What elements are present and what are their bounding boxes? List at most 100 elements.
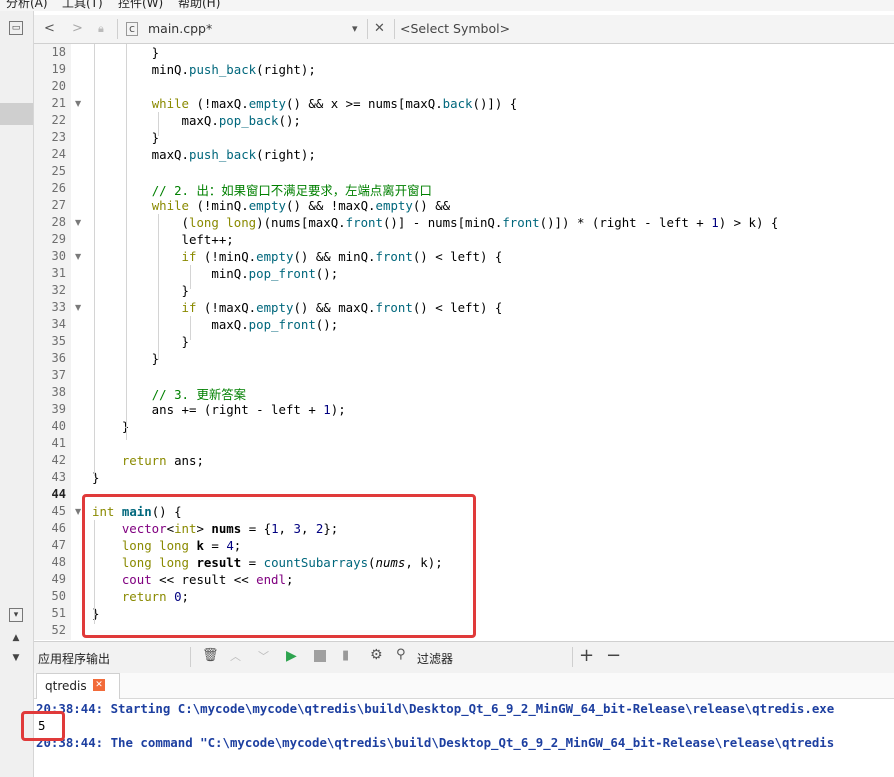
line-number: 19	[51, 62, 66, 76]
left-sidebar: ▭ ▾ ▲ ▼	[0, 11, 34, 777]
line-number: 44	[51, 487, 66, 501]
line-number: 33	[51, 300, 66, 314]
code-line[interactable]: }	[92, 334, 189, 349]
line-number: 24	[51, 147, 66, 161]
line-number: 39	[51, 402, 66, 416]
line-number: 41	[51, 436, 66, 450]
output-tab-bar: qtredis ✕	[34, 673, 894, 699]
cpp-file-icon: c	[126, 22, 138, 36]
line-number: 21	[51, 96, 66, 110]
attach-debugger-icon[interactable]: ▮	[342, 648, 349, 663]
code-line[interactable]: if (!maxQ.empty() && maxQ.front() < left…	[92, 300, 503, 315]
line-number: 18	[51, 45, 66, 59]
panel-toggle-bottom-icon[interactable]: ▾	[9, 608, 23, 622]
fold-arrow-icon[interactable]: ▼	[75, 303, 81, 312]
code-line[interactable]: }	[92, 283, 189, 298]
code-line[interactable]: maxQ.pop_front();	[92, 317, 338, 332]
line-number: 30	[51, 249, 66, 263]
run-icon[interactable]: ▶	[286, 648, 297, 664]
line-number: 42	[51, 453, 66, 467]
line-number: 28	[51, 215, 66, 229]
back-button[interactable]: <	[44, 20, 55, 38]
close-icon[interactable]: ✕	[374, 20, 385, 38]
line-number: 51	[51, 606, 66, 620]
chevron-down-icon[interactable]: ▾	[352, 20, 358, 38]
code-line[interactable]: if (!minQ.empty() && minQ.front() < left…	[92, 249, 503, 264]
forward-button[interactable]: >	[72, 20, 83, 38]
symbol-selector[interactable]: <Select Symbol>	[400, 20, 510, 38]
line-number: 49	[51, 572, 66, 586]
chevron-up-icon[interactable]: ︿	[230, 648, 241, 664]
highlight-box-output	[21, 711, 65, 741]
code-line[interactable]: minQ.pop_front();	[92, 266, 338, 281]
line-number: 45	[51, 504, 66, 518]
line-number: 22	[51, 113, 66, 127]
gear-icon[interactable]: ⚙	[370, 647, 383, 663]
sidebar-selected-item[interactable]	[0, 103, 33, 125]
code-line[interactable]: // 2. 出：如果窗口不满足要求，左端点离开窗口	[92, 181, 432, 199]
indent-guide	[126, 44, 127, 440]
fold-arrow-icon[interactable]: ▼	[75, 507, 81, 516]
line-number: 23	[51, 130, 66, 144]
lock-icon: 🔒︎	[98, 22, 104, 35]
fold-arrow-icon[interactable]: ▼	[75, 252, 81, 261]
line-number: 43	[51, 470, 66, 484]
line-number: 37	[51, 368, 66, 382]
code-line[interactable]: }	[92, 419, 129, 434]
menu-controls[interactable]: 控件(W)	[118, 0, 163, 11]
menu-bar: 分析(A) 工具(T) 控件(W) 帮助(H)	[0, 0, 894, 11]
line-number: 25	[51, 164, 66, 178]
filter-input[interactable]: 过滤器	[417, 650, 453, 667]
code-line[interactable]: // 3. 更新答案	[92, 385, 246, 403]
indent-guide	[158, 112, 159, 136]
panel-toggle-icon[interactable]: ▭	[9, 21, 23, 35]
output-line: 20:38:44: Starting C:\mycode\mycode\qtre…	[36, 701, 835, 716]
indent-guide	[190, 316, 191, 340]
close-icon[interactable]: ✕	[93, 679, 105, 691]
scroll-down-icon[interactable]: ▼	[9, 651, 23, 665]
code-line[interactable]: ans += (right - left + 1);	[92, 402, 346, 417]
line-number: 34	[51, 317, 66, 331]
editor-toolbar: < > 🔒︎ c main.cpp* ▾ ✕ <Select Symbol>	[34, 15, 894, 44]
tab-label: qtredis	[45, 679, 87, 693]
highlight-box-main	[82, 494, 476, 638]
add-icon[interactable]: +	[579, 645, 594, 666]
line-number: 38	[51, 385, 66, 399]
line-number: 27	[51, 198, 66, 212]
stop-icon[interactable]	[314, 650, 326, 662]
line-number: 48	[51, 555, 66, 569]
line-number: 32	[51, 283, 66, 297]
line-number: 46	[51, 521, 66, 535]
fold-arrow-icon[interactable]: ▼	[75, 99, 81, 108]
line-number: 35	[51, 334, 66, 348]
code-line[interactable]: maxQ.pop_back();	[92, 113, 301, 128]
search-icon[interactable]: ⚲	[396, 647, 406, 662]
menu-tools[interactable]: 工具(T)	[62, 0, 103, 11]
indent-guide	[158, 214, 159, 360]
line-number: 31	[51, 266, 66, 280]
code-line[interactable]: while (!maxQ.empty() && x >= nums[maxQ.b…	[92, 96, 518, 111]
code-line[interactable]: (long long)(nums[maxQ.front()] - nums[mi…	[92, 215, 779, 230]
indent-guide	[94, 44, 95, 476]
line-number: 20	[51, 79, 66, 93]
line-number: 47	[51, 538, 66, 552]
line-number: 26	[51, 181, 66, 195]
scroll-up-icon[interactable]: ▲	[9, 631, 23, 645]
code-line[interactable]: while (!minQ.empty() && !maxQ.empty() &&	[92, 198, 450, 213]
tab-qtredis[interactable]: qtredis ✕	[36, 673, 120, 699]
menu-analyze[interactable]: 分析(A)	[6, 0, 48, 11]
code-line[interactable]: return ans;	[92, 453, 204, 468]
menu-help[interactable]: 帮助(H)	[178, 0, 220, 11]
line-number: 40	[51, 419, 66, 433]
code-line[interactable]: left++;	[92, 232, 234, 247]
indent-guide	[190, 265, 191, 289]
line-number: 50	[51, 589, 66, 603]
output-panel-title: 应用程序输出	[38, 652, 111, 666]
minimize-icon[interactable]: −	[606, 645, 621, 666]
fold-arrow-icon[interactable]: ▼	[75, 218, 81, 227]
clear-output-icon[interactable]: 🗑︎	[202, 648, 219, 663]
output-line: 20:38:44: The command "C:\mycode\mycode\…	[36, 735, 835, 750]
chevron-down-icon[interactable]: ﹀	[258, 648, 269, 664]
line-number: 36	[51, 351, 66, 365]
file-name-label[interactable]: main.cpp*	[148, 20, 212, 38]
